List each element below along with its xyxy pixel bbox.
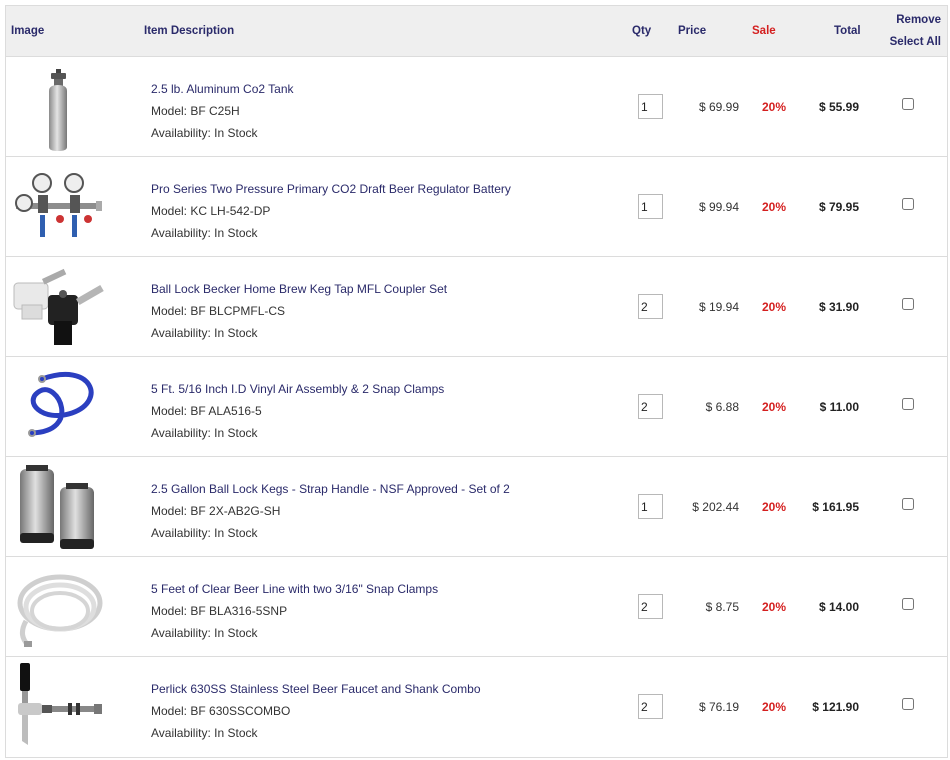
- item-availability: Availability: In Stock: [151, 526, 258, 540]
- item-sale: 20%: [762, 600, 787, 614]
- item-model: Model: KC LH-542-DP: [151, 204, 271, 218]
- remove-checkbox[interactable]: [902, 98, 914, 110]
- item-total: $ 121.90: [812, 700, 859, 714]
- item-description: Pro Series Two Pressure Primary CO2 Draf…: [151, 178, 511, 244]
- quantity-input[interactable]: [638, 694, 663, 719]
- item-title[interactable]: Pro Series Two Pressure Primary CO2 Draf…: [151, 178, 511, 200]
- item-description: 5 Ft. 5/16 Inch I.D Vinyl Air Assembly &…: [151, 378, 444, 444]
- table-row: 2.5 lb. Aluminum Co2 Tank Model: BF C25H…: [6, 57, 947, 157]
- remove-checkbox[interactable]: [902, 298, 914, 310]
- item-total: $ 11.00: [819, 400, 859, 414]
- item-sale: 20%: [762, 400, 787, 414]
- co2-tank-image: [49, 69, 67, 151]
- air-line-image: [28, 371, 94, 437]
- header-image: Image: [11, 25, 45, 37]
- header-remove: Remove: [896, 14, 941, 26]
- item-title[interactable]: 2.5 lb. Aluminum Co2 Tank: [151, 78, 294, 100]
- item-model: Model: BF BLA316-5SNP: [151, 604, 288, 618]
- kegs-image: [20, 465, 94, 549]
- item-availability: Availability: In Stock: [151, 126, 258, 140]
- item-sale: 20%: [762, 100, 787, 114]
- item-total: $ 161.95: [812, 500, 859, 514]
- remove-checkbox[interactable]: [902, 198, 914, 210]
- header-price: Price: [678, 25, 707, 37]
- header-description: Item Description: [144, 25, 235, 37]
- item-model: Model: BF 630SSCOMBO: [151, 704, 291, 718]
- table-row: 5 Feet of Clear Beer Line with two 3/16"…: [6, 557, 947, 657]
- item-description: 2.5 Gallon Ball Lock Kegs - Strap Handle…: [151, 478, 510, 544]
- header-total: Total: [834, 25, 861, 37]
- item-price: $ 8.75: [705, 600, 739, 614]
- item-availability: Availability: In Stock: [151, 226, 258, 240]
- quantity-input[interactable]: [638, 394, 663, 419]
- item-model: Model: BF C25H: [151, 104, 240, 118]
- remove-checkbox[interactable]: [902, 598, 914, 610]
- item-title[interactable]: 5 Feet of Clear Beer Line with two 3/16"…: [151, 578, 438, 600]
- item-sale: 20%: [762, 700, 787, 714]
- item-sale: 20%: [762, 200, 787, 214]
- table-row: Ball Lock Becker Home Brew Keg Tap MFL C…: [6, 257, 947, 357]
- item-availability: Availability: In Stock: [151, 626, 258, 640]
- table-row: 5 Ft. 5/16 Inch I.D Vinyl Air Assembly &…: [6, 357, 947, 457]
- cart-header: Image Item Description Qty Price Sale To…: [6, 6, 947, 57]
- item-description: 5 Feet of Clear Beer Line with two 3/16"…: [151, 578, 438, 644]
- item-total: $ 79.95: [818, 200, 859, 214]
- item-price: $ 6.88: [705, 400, 739, 414]
- item-total: $ 31.90: [818, 300, 859, 314]
- quantity-input[interactable]: [638, 94, 663, 119]
- item-total: $ 14.00: [818, 600, 859, 614]
- beer-line-image: [17, 574, 103, 647]
- item-sale: 20%: [762, 300, 787, 314]
- table-row: Perlick 630SS Stainless Steel Beer Fauce…: [6, 657, 947, 757]
- item-description: 2.5 lb. Aluminum Co2 Tank Model: BF C25H…: [151, 78, 294, 144]
- item-model: Model: BF 2X-AB2G-SH: [151, 504, 281, 518]
- header-qty: Qty: [632, 25, 652, 37]
- item-title[interactable]: Ball Lock Becker Home Brew Keg Tap MFL C…: [151, 278, 447, 300]
- item-title[interactable]: 2.5 Gallon Ball Lock Kegs - Strap Handle…: [151, 478, 510, 500]
- item-total: $ 55.99: [818, 100, 859, 114]
- item-sale: 20%: [762, 500, 787, 514]
- remove-checkbox[interactable]: [902, 398, 914, 410]
- regulator-image: [15, 173, 102, 237]
- select-all-link[interactable]: Select All: [890, 36, 941, 48]
- item-availability: Availability: In Stock: [151, 426, 258, 440]
- item-price: $ 69.99: [698, 100, 739, 114]
- item-model: Model: BF ALA516-5: [151, 404, 262, 418]
- quantity-input[interactable]: [638, 494, 663, 519]
- item-description: Ball Lock Becker Home Brew Keg Tap MFL C…: [151, 278, 447, 344]
- item-title[interactable]: Perlick 630SS Stainless Steel Beer Fauce…: [151, 678, 481, 700]
- coupler-image: [13, 268, 104, 345]
- item-model: Model: BF BLCPMFL-CS: [151, 304, 286, 318]
- item-price: $ 19.94: [698, 300, 739, 314]
- table-row: 2.5 Gallon Ball Lock Kegs - Strap Handle…: [6, 457, 947, 557]
- item-price: $ 76.19: [698, 700, 739, 714]
- remove-checkbox[interactable]: [902, 498, 914, 510]
- header-sale: Sale: [752, 25, 776, 37]
- remove-checkbox[interactable]: [902, 698, 914, 710]
- quantity-input[interactable]: [638, 594, 663, 619]
- quantity-input[interactable]: [638, 194, 663, 219]
- cart-table: Image Item Description Qty Price Sale To…: [5, 5, 948, 758]
- table-row: Pro Series Two Pressure Primary CO2 Draf…: [6, 157, 947, 257]
- item-title[interactable]: 5 Ft. 5/16 Inch I.D Vinyl Air Assembly &…: [151, 378, 444, 400]
- item-availability: Availability: In Stock: [151, 326, 258, 340]
- quantity-input[interactable]: [638, 294, 663, 319]
- item-price: $ 202.44: [692, 500, 739, 514]
- item-description: Perlick 630SS Stainless Steel Beer Fauce…: [151, 678, 481, 744]
- item-availability: Availability: In Stock: [151, 726, 258, 740]
- item-price: $ 99.94: [698, 200, 739, 214]
- faucet-image: [18, 663, 102, 745]
